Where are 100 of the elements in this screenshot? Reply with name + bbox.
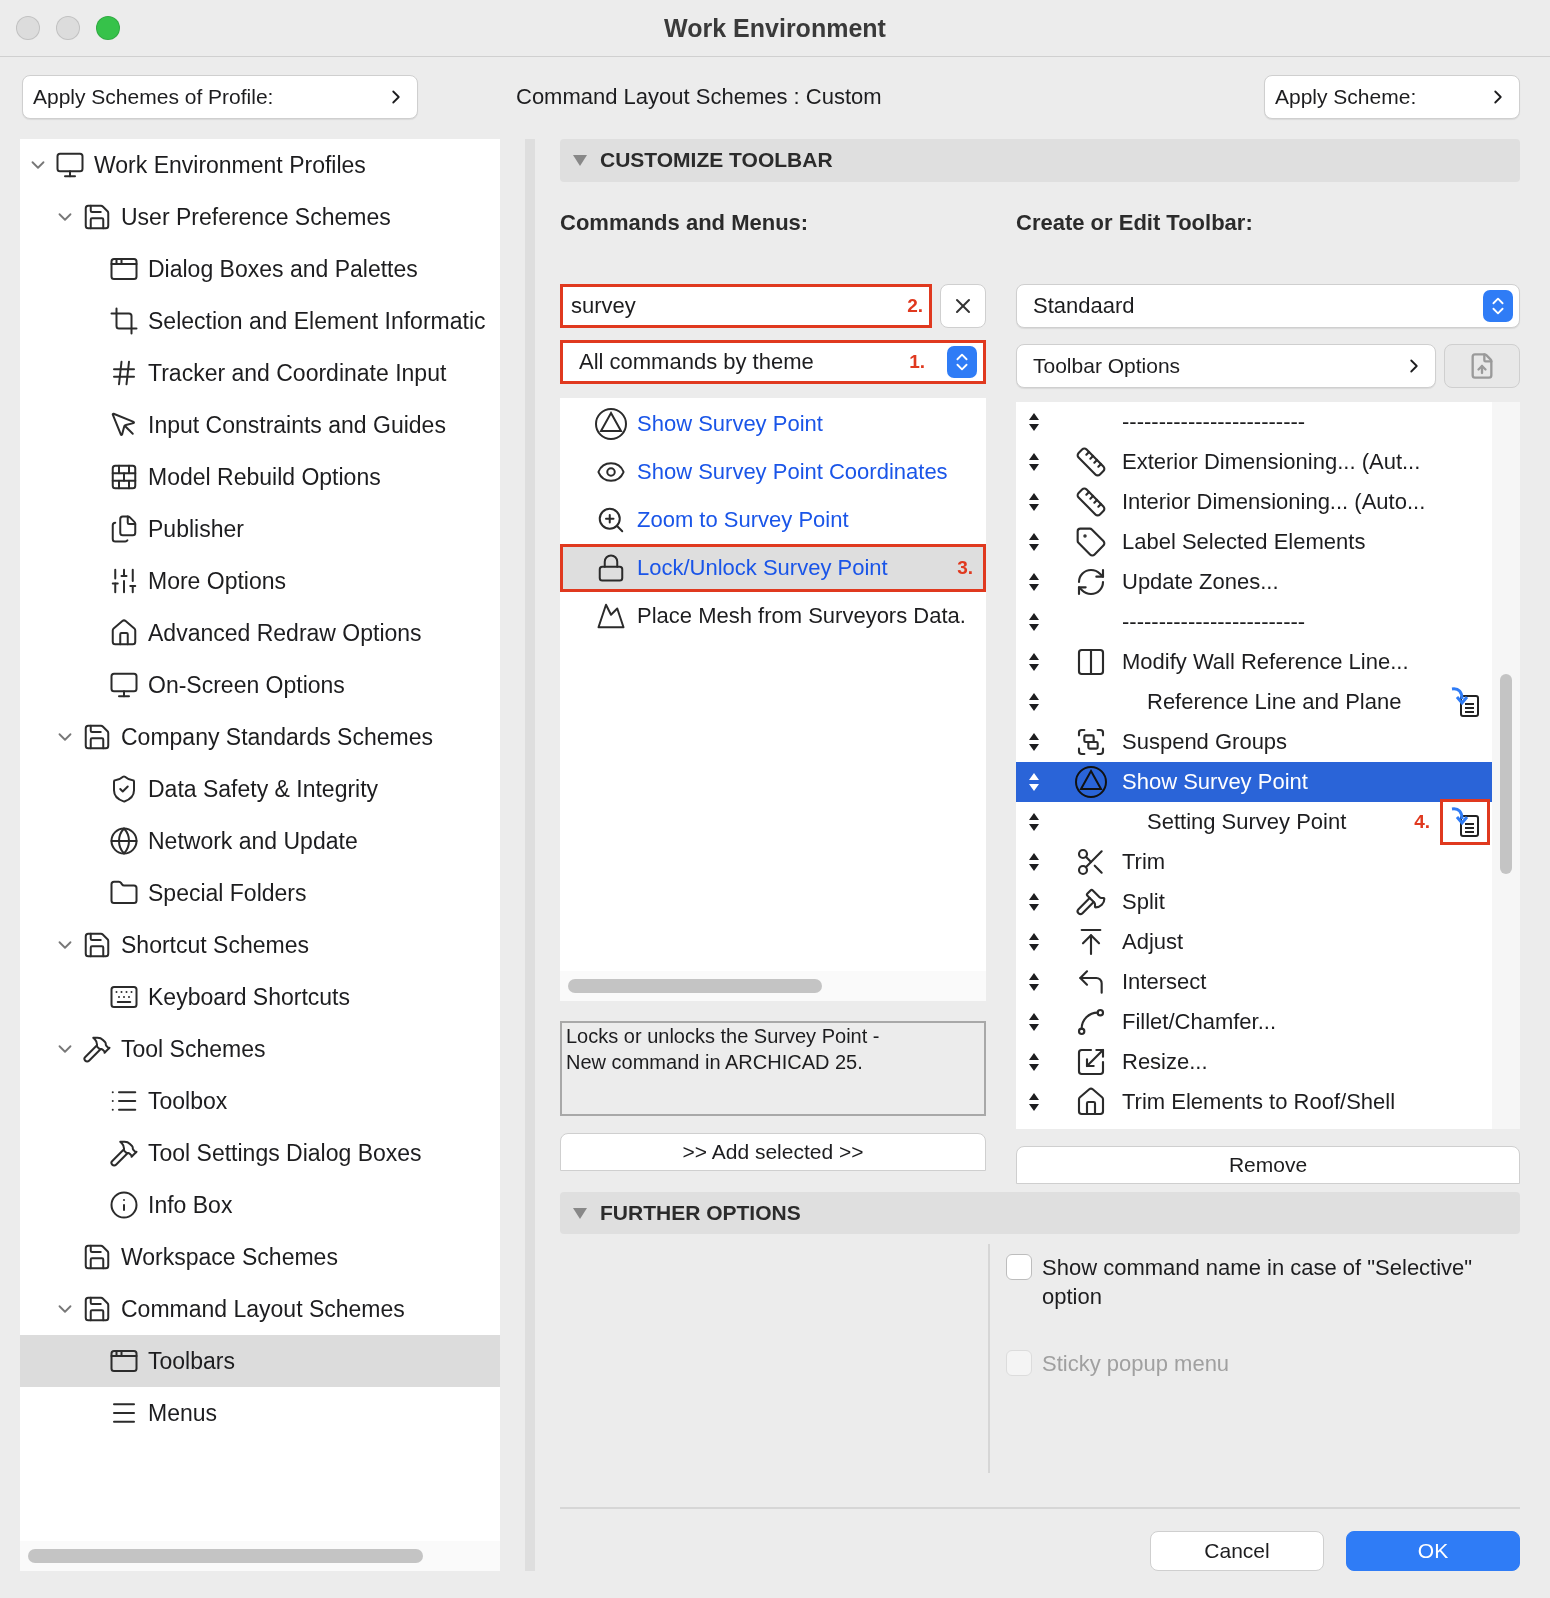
toolbar-item[interactable]: Split: [1016, 881, 1492, 922]
tree-item[interactable]: Model Rebuild Options: [20, 451, 500, 503]
tree-item[interactable]: More Options: [20, 555, 500, 607]
tree-item[interactable]: Publisher: [20, 503, 500, 555]
toolbar-dropdown[interactable]: Standaard: [1016, 283, 1520, 328]
section-header[interactable]: FURTHER OPTIONS: [560, 1191, 1520, 1235]
toolbar-item[interactable]: Trim: [1016, 841, 1492, 882]
tree-item[interactable]: Shortcut Schemes: [20, 919, 500, 971]
insert-document-icon[interactable]: [1449, 805, 1481, 838]
toolbar-item[interactable]: -------------------------: [1016, 601, 1492, 642]
tree-item[interactable]: Tracker and Coordinate Input: [20, 347, 500, 399]
tree-item[interactable]: Command Layout Schemes: [20, 1283, 500, 1335]
tree-item[interactable]: User Preference Schemes: [20, 191, 500, 243]
scheme-label: Command Layout Schemes : Custom: [515, 84, 883, 110]
tree-item[interactable]: Input Constraints and Guides: [20, 399, 500, 451]
annotation-number: 3.: [957, 556, 973, 579]
tree-item[interactable]: Tool Settings Dialog Boxes: [20, 1127, 500, 1179]
toolbar-item[interactable]: Intersect: [1016, 961, 1492, 1002]
drag-handle-icon[interactable]: [1028, 811, 1040, 832]
annotation-number: 2.: [907, 286, 929, 325]
drag-handle-icon[interactable]: [1028, 571, 1040, 592]
toolbar-item[interactable]: Label Selected Elements: [1016, 521, 1492, 562]
tree-item[interactable]: Selection and Element Informatic: [20, 295, 500, 347]
tree-item[interactable]: Network and Update: [20, 815, 500, 867]
command-item[interactable]: Show Survey Point Coordinates: [560, 447, 986, 496]
toolbar-item[interactable]: -------------------------: [1016, 401, 1492, 442]
ok-button[interactable]: OK: [1346, 1531, 1520, 1571]
remove-button[interactable]: Remove: [1016, 1145, 1520, 1184]
toolbar-item[interactable]: Setting Survey Point 4.: [1016, 801, 1492, 842]
toolbar-item[interactable]: Resize...: [1016, 1041, 1492, 1082]
tree-item[interactable]: Dialog Boxes and Palettes: [20, 243, 500, 295]
tree-item[interactable]: Company Standards Schemes: [20, 711, 500, 763]
crop-icon: [109, 306, 139, 336]
tree-item[interactable]: Info Box: [20, 1179, 500, 1231]
toolbar-item[interactable]: Adjust: [1016, 921, 1492, 962]
tree-item[interactable]: Workspace Schemes: [20, 1231, 500, 1283]
scrollbar-thumb[interactable]: [28, 1549, 423, 1563]
cancel-button[interactable]: Cancel: [1150, 1531, 1324, 1571]
tree-item[interactable]: Tool Schemes: [20, 1023, 500, 1075]
clear-button[interactable]: [940, 283, 986, 328]
tree-item[interactable]: Keyboard Shortcuts: [20, 971, 500, 1023]
drag-handle-icon[interactable]: [1028, 731, 1040, 752]
drag-handle-icon[interactable]: [1028, 451, 1040, 472]
command-label: Lock/Unlock Survey Point: [637, 554, 889, 581]
stepper-icon: [1483, 289, 1513, 322]
drag-handle-icon[interactable]: [1028, 1091, 1040, 1112]
command-label: Show Survey Point: [637, 410, 824, 437]
section-header[interactable]: CUSTOMIZE TOOLBAR: [560, 139, 1520, 182]
house-icon: [1075, 1085, 1107, 1118]
toolbar-item[interactable]: Modify Wall Reference Line...: [1016, 641, 1492, 682]
toolbar-item[interactable]: Show Survey Point: [1016, 761, 1492, 802]
toolbar-item[interactable]: Exterior Dimensioning... (Aut...: [1016, 441, 1492, 482]
tree-item[interactable]: Toolbox: [20, 1075, 500, 1127]
window-title: Work Environment: [664, 13, 886, 43]
drag-handle-icon[interactable]: [1028, 491, 1040, 512]
command-item[interactable]: Show Survey Point: [560, 399, 986, 448]
command-item[interactable]: Place Mesh from Surveyors Data.: [560, 591, 986, 640]
ruler-icon: [1075, 485, 1107, 518]
command-item[interactable]: Zoom to Survey Point: [560, 495, 986, 544]
tree-item[interactable]: Special Folders: [20, 867, 500, 919]
toolbar-item[interactable]: Fillet/Chamfer...: [1016, 1001, 1492, 1042]
toolbar-item[interactable]: Suspend Groups: [1016, 721, 1492, 762]
drag-handle-icon[interactable]: [1028, 411, 1040, 432]
scrollbar-thumb[interactable]: [1500, 673, 1512, 874]
tree-item[interactable]: Advanced Redraw Options: [20, 607, 500, 659]
drag-handle-icon[interactable]: [1028, 851, 1040, 872]
drag-handle-icon[interactable]: [1028, 1011, 1040, 1032]
drag-handle-icon[interactable]: [1028, 651, 1040, 672]
brick-wall-icon: [109, 462, 139, 492]
drag-handle-icon[interactable]: [1028, 891, 1040, 912]
apply-scheme-button[interactable]: Apply Scheme:: [1264, 75, 1520, 119]
tree-item[interactable]: Menus: [20, 1387, 500, 1439]
toolbar-item[interactable]: Trim Elements to Roof/Shell: [1016, 1081, 1492, 1122]
add-selected-button[interactable]: >> Add selected >>: [560, 1132, 986, 1171]
tree-item[interactable]: Toolbars: [20, 1335, 500, 1387]
checkbox[interactable]: [1006, 1254, 1032, 1281]
toolbar-item[interactable]: Reference Line and Plane: [1016, 681, 1492, 722]
drag-handle-icon[interactable]: [1028, 1051, 1040, 1072]
monitor-icon: [55, 150, 85, 180]
toolbar-item[interactable]: Interior Dimensioning... (Auto...: [1016, 481, 1492, 522]
drag-handle-icon[interactable]: [1028, 971, 1040, 992]
profile-button[interactable]: Apply Schemes of Profile:: [22, 75, 418, 119]
scrollbar-thumb[interactable]: [568, 978, 822, 993]
annotation-number: 1.: [909, 350, 925, 373]
option-checkbox[interactable]: Show command name in case of "Selective" option: [1006, 1254, 1520, 1312]
annotation-number: 4.: [1414, 810, 1430, 833]
tree-item[interactable]: Work Environment Profiles: [20, 139, 500, 191]
toolbar-options-button[interactable]: Toolbar Options: [1016, 343, 1436, 388]
tree-item[interactable]: Data Safety & Integrity: [20, 763, 500, 815]
drag-handle-icon[interactable]: [1028, 771, 1040, 792]
tree-item[interactable]: On-Screen Options: [20, 659, 500, 711]
insert-document-icon[interactable]: [1449, 685, 1481, 718]
hammer-icon: [109, 1138, 139, 1168]
search-field[interactable]: survey: [563, 286, 908, 325]
toolbar-item[interactable]: Update Zones...: [1016, 561, 1492, 602]
command-item[interactable]: Lock/Unlock Survey Point 3.: [560, 543, 986, 592]
drag-handle-icon[interactable]: [1028, 531, 1040, 552]
drag-handle-icon[interactable]: [1028, 611, 1040, 632]
drag-handle-icon[interactable]: [1028, 931, 1040, 952]
drag-handle-icon[interactable]: [1028, 691, 1040, 712]
